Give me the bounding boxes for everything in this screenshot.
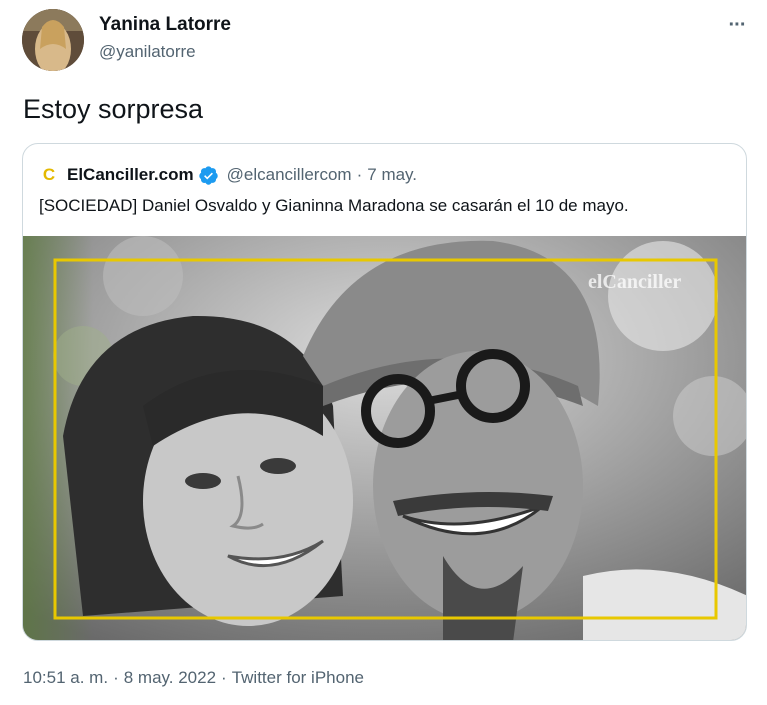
avatar-image	[22, 9, 84, 71]
elcanciller-logo-icon: C	[42, 165, 56, 184]
quoted-tweet-text: [SOCIEDAD] Daniel Osvaldo y Gianinna Mar…	[39, 196, 629, 215]
tweet-text: Estoy sorpresa	[23, 94, 204, 124]
photo-watermark: elCanciller	[588, 271, 681, 293]
tweet-metadata: 10:51 a. m. · 8 may. 2022 · Twitter for …	[23, 668, 364, 688]
author-name[interactable]: Yanina Latorre	[99, 14, 231, 36]
separator-dot: ·	[221, 668, 227, 687]
quoted-author-name[interactable]: ElCanciller.com	[67, 165, 194, 185]
tweet-source[interactable]: Twitter for iPhone	[232, 668, 364, 688]
quoted-tweet-date[interactable]: 7 may.	[367, 165, 417, 185]
tweet-date[interactable]: 8 may. 2022	[124, 668, 216, 688]
verified-badge-icon	[198, 165, 218, 185]
separator-dot: ·	[356, 165, 363, 184]
quoted-tweet-card[interactable]: C ElCanciller.com @elcancillercom · 7 ma…	[22, 143, 747, 641]
more-horizontal-icon: ···	[728, 13, 747, 36]
quoted-author-handle[interactable]: @elcancillercom	[227, 165, 352, 185]
author-avatar[interactable]	[22, 9, 84, 71]
more-options-button[interactable]: ···	[720, 13, 754, 37]
author-handle[interactable]: @yanilatorre	[99, 42, 196, 62]
tweet-time[interactable]: 10:51 a. m.	[23, 668, 108, 688]
quoted-tweet-photo[interactable]: elCanciller	[23, 236, 747, 641]
quoted-tweet-header: C ElCanciller.com @elcancillercom · 7 ma…	[39, 164, 417, 186]
separator-dot: ·	[113, 668, 119, 687]
